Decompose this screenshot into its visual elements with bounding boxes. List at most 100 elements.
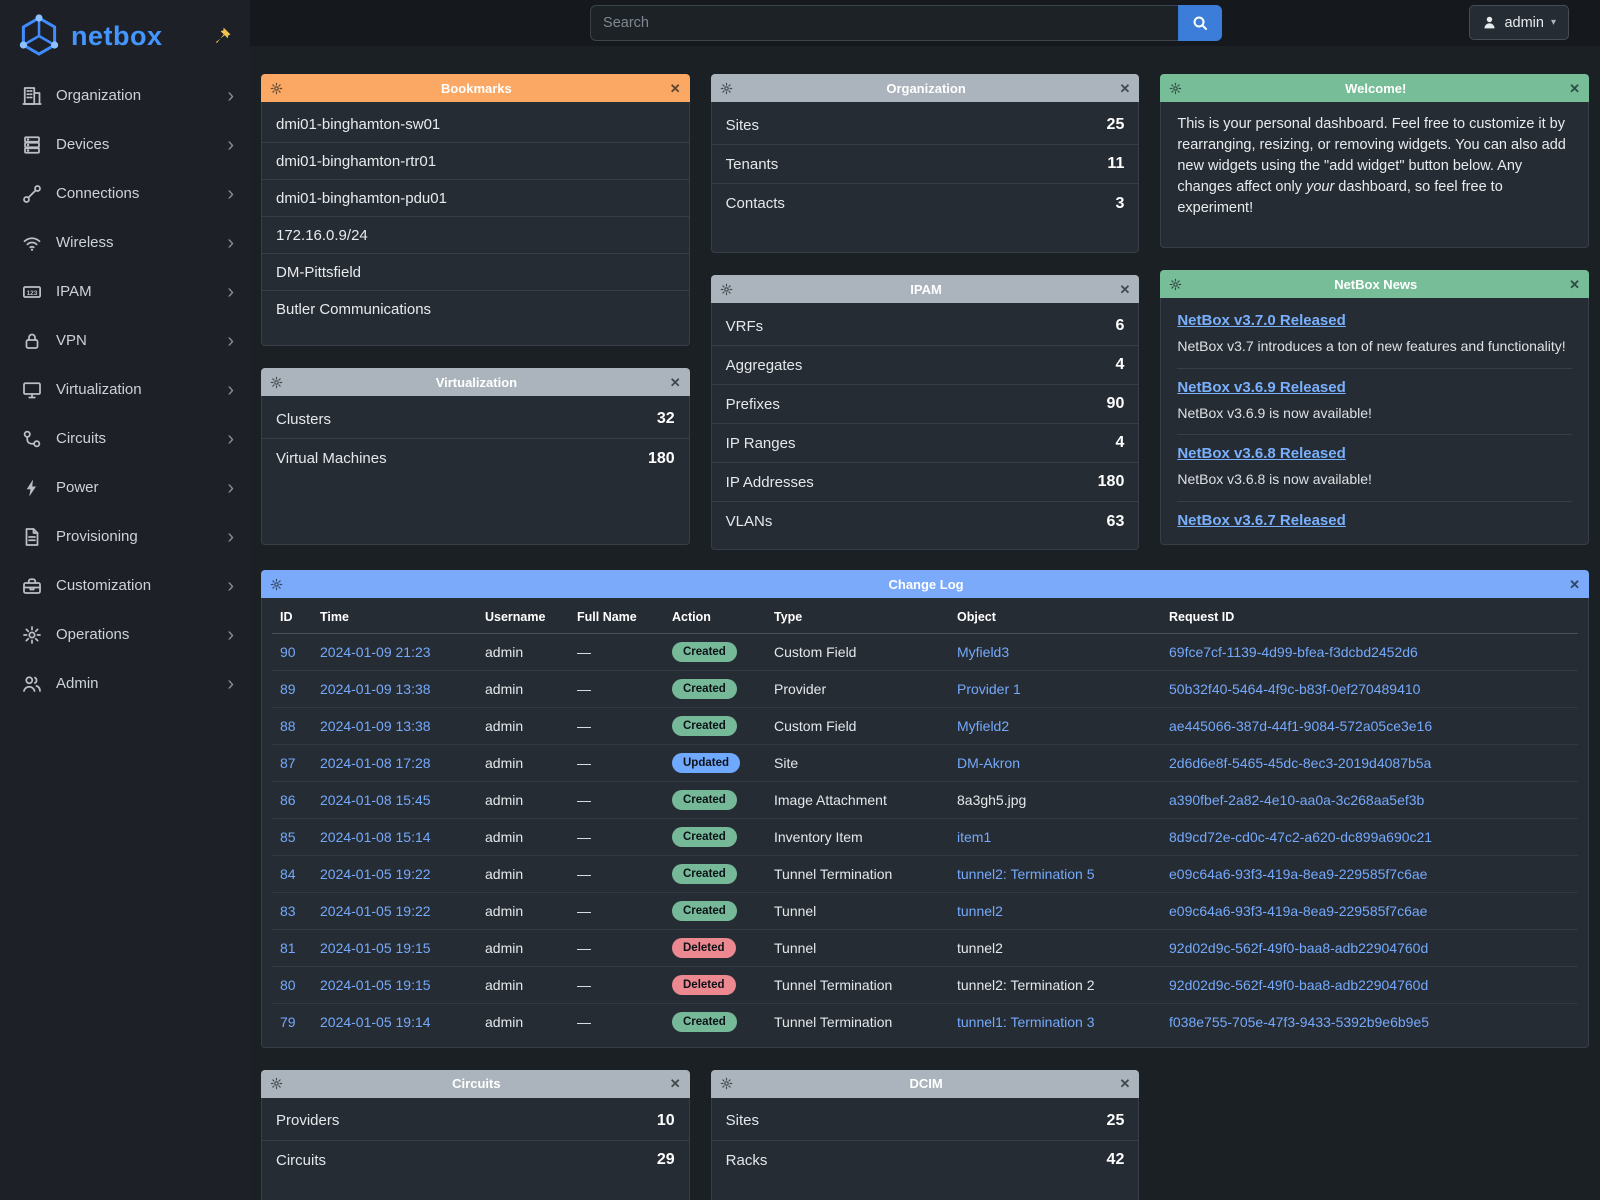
stat-count-link[interactable]: 6 [1115,317,1124,335]
widget-config-icon[interactable] [270,376,283,389]
changelog-id-link[interactable]: 80 [280,977,296,993]
search-button[interactable] [1178,5,1222,41]
sidebar-item-ipam[interactable]: 123IPAM› [0,267,250,316]
dcim-widget-header[interactable]: DCIM ✕ [711,1070,1140,1098]
widget-config-icon[interactable] [1169,278,1182,291]
widget-close-icon[interactable]: ✕ [1119,82,1130,95]
widget-config-icon[interactable] [720,1077,733,1090]
stat-count-link[interactable]: 4 [1115,434,1124,452]
bookmark-link[interactable]: Butler Communications [262,291,689,328]
netbox-logo-icon[interactable] [16,13,62,59]
news-article-link[interactable]: NetBox v3.7.0 Released [1177,312,1345,329]
request-id-link[interactable]: 2d6d6e8f-5465-45dc-8ec3-2019d4087b5a [1169,755,1431,771]
news-article-link[interactable]: NetBox v3.6.7 Released [1177,512,1345,529]
news-article-link[interactable]: NetBox v3.6.8 Released [1177,445,1345,462]
object-link[interactable]: Provider 1 [957,681,1021,697]
widget-config-icon[interactable] [1169,82,1182,95]
netbox-logo-text[interactable]: netbox [71,21,163,52]
bookmark-link[interactable]: dmi01-binghamton-pdu01 [262,180,689,217]
changelog-time-link[interactable]: 2024-01-05 19:22 [320,903,431,919]
changelog-time-link[interactable]: 2024-01-08 15:45 [320,792,431,808]
changelog-time-link[interactable]: 2024-01-08 15:14 [320,829,431,845]
stat-count-link[interactable]: 11 [1107,155,1124,173]
request-id-link[interactable]: 69fce7cf-1139-4d99-bfea-f3dcbd2452d6 [1169,644,1418,660]
sidebar-item-customization[interactable]: Customization› [0,561,250,610]
widget-close-icon[interactable]: ✕ [1569,278,1580,291]
widget-config-icon[interactable] [270,1077,283,1090]
request-id-link[interactable]: ae445066-387d-44f1-9084-572a05ce3e16 [1169,718,1432,734]
widget-config-icon[interactable] [270,578,283,591]
circuits-widget-header[interactable]: Circuits ✕ [261,1070,690,1098]
search-input[interactable] [590,5,1178,41]
widget-close-icon[interactable]: ✕ [1119,1077,1130,1090]
request-id-link[interactable]: e09c64a6-93f3-419a-8ea9-229585f7c6ae [1169,903,1427,919]
stat-count-link[interactable]: 180 [648,450,675,468]
widget-close-icon[interactable]: ✕ [1569,578,1580,591]
sidebar-item-admin[interactable]: Admin› [0,659,250,708]
sidebar-item-organization[interactable]: Organization› [0,71,250,120]
user-menu-button[interactable]: admin ▾ [1469,5,1569,40]
stat-count-link[interactable]: 10 [657,1112,675,1130]
changelog-time-link[interactable]: 2024-01-09 13:38 [320,681,431,697]
changelog-time-link[interactable]: 2024-01-09 21:23 [320,644,431,660]
changelog-time-link[interactable]: 2024-01-05 19:14 [320,1014,431,1030]
stat-count-link[interactable]: 180 [1098,473,1125,491]
widget-close-icon[interactable]: ✕ [670,1077,681,1090]
request-id-link[interactable]: 8d9cd72e-cd0c-47c2-a620-dc899a690c21 [1169,829,1432,845]
object-link[interactable]: item1 [957,829,991,845]
bookmark-link[interactable]: 172.16.0.9/24 [262,217,689,254]
widget-close-icon[interactable]: ✕ [1119,283,1130,296]
sidebar-item-provisioning[interactable]: Provisioning› [0,512,250,561]
stat-count-link[interactable]: 90 [1107,395,1125,413]
changelog-time-link[interactable]: 2024-01-08 17:28 [320,755,431,771]
request-id-link[interactable]: f038e755-705e-47f3-9433-5392b9e6b9e5 [1169,1014,1429,1030]
bookmarks-widget-header[interactable]: Bookmarks ✕ [261,74,690,102]
widget-close-icon[interactable]: ✕ [670,376,681,389]
sidebar-item-connections[interactable]: Connections› [0,169,250,218]
sidebar-pin-icon[interactable] [212,26,232,46]
bookmark-link[interactable]: dmi01-binghamton-rtr01 [262,143,689,180]
widget-config-icon[interactable] [720,82,733,95]
changelog-id-link[interactable]: 83 [280,903,296,919]
news-widget-header[interactable]: NetBox News ✕ [1160,270,1589,298]
request-id-link[interactable]: e09c64a6-93f3-419a-8ea9-229585f7c6ae [1169,866,1427,882]
object-link[interactable]: tunnel2: Termination 5 [957,866,1095,882]
stat-count-link[interactable]: 29 [657,1151,675,1169]
stat-count-link[interactable]: 32 [657,410,675,428]
sidebar-item-operations[interactable]: Operations› [0,610,250,659]
welcome-widget-header[interactable]: Welcome! ✕ [1160,74,1589,102]
stat-count-link[interactable]: 25 [1107,1112,1125,1130]
stat-count-link[interactable]: 25 [1107,116,1125,134]
request-id-link[interactable]: a390fbef-2a82-4e10-aa0a-3c268aa5ef3b [1169,792,1424,808]
changelog-id-link[interactable]: 89 [280,681,296,697]
stat-count-link[interactable]: 3 [1115,195,1124,213]
changelog-time-link[interactable]: 2024-01-09 13:38 [320,718,431,734]
object-link[interactable]: Myfield2 [957,718,1009,734]
organization-widget-header[interactable]: Organization ✕ [711,74,1140,102]
changelog-id-link[interactable]: 87 [280,755,296,771]
virtualization-widget-header[interactable]: Virtualization ✕ [261,368,690,396]
object-link[interactable]: DM-Akron [957,755,1020,771]
bookmark-link[interactable]: DM-Pittsfield [262,254,689,291]
stat-count-link[interactable]: 4 [1115,356,1124,374]
bookmark-link[interactable]: dmi01-binghamton-sw01 [262,106,689,143]
changelog-id-link[interactable]: 84 [280,866,296,882]
object-link[interactable]: tunnel2 [957,903,1003,919]
news-article-link[interactable]: NetBox v3.6.9 Released [1177,379,1345,396]
widget-config-icon[interactable] [270,82,283,95]
stat-count-link[interactable]: 42 [1107,1151,1125,1169]
object-link[interactable]: Myfield3 [957,644,1009,660]
sidebar-item-virtualization[interactable]: Virtualization› [0,365,250,414]
changelog-time-link[interactable]: 2024-01-05 19:15 [320,940,431,956]
sidebar-item-wireless[interactable]: Wireless› [0,218,250,267]
ipam-widget-header[interactable]: IPAM ✕ [711,275,1140,303]
request-id-link[interactable]: 92d02d9c-562f-49f0-baa8-adb22904760d [1169,940,1428,956]
changelog-id-link[interactable]: 85 [280,829,296,845]
changelog-id-link[interactable]: 81 [280,940,296,956]
widget-close-icon[interactable]: ✕ [670,82,681,95]
sidebar-item-power[interactable]: Power› [0,463,250,512]
changelog-id-link[interactable]: 79 [280,1014,296,1030]
object-link[interactable]: tunnel1: Termination 3 [957,1014,1095,1030]
request-id-link[interactable]: 92d02d9c-562f-49f0-baa8-adb22904760d [1169,977,1428,993]
changelog-time-link[interactable]: 2024-01-05 19:15 [320,977,431,993]
